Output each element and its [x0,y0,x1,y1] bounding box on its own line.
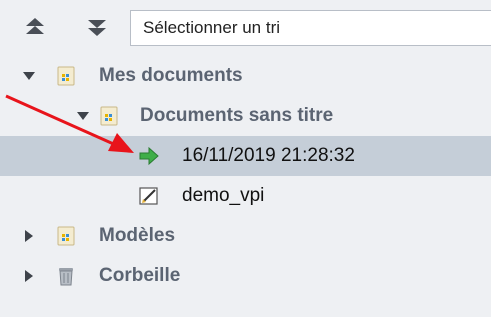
sort-select-value: Sélectionner un tri [143,18,281,37]
expanded-caret-icon[interactable] [21,68,37,84]
green-arrow-icon [139,146,159,166]
folder-icon [100,106,118,126]
tree-item-label: 16/11/2019 21:28:32 [182,145,355,166]
collapsed-caret-icon[interactable] [21,228,37,244]
collapsed-caret-icon[interactable] [21,268,37,284]
toolbar: Sélectionner un tri [0,0,491,56]
sort-select[interactable]: Sélectionner un tri [130,10,491,46]
edit-document-icon [139,187,158,205]
sort-ascending-button[interactable] [22,14,48,40]
tree-item-session-selected[interactable]: 16/11/2019 21:28:32 [0,136,491,176]
tree-item-documents-sans-titre[interactable]: Documents sans titre [0,96,491,136]
double-chevron-down-icon [88,20,106,36]
folder-icon [57,66,75,86]
tree-item-label: Mes documents [99,65,243,86]
tree-item-demo-vpi[interactable]: demo_vpi [0,176,491,216]
trash-icon [59,268,73,286]
tree-item-mes-documents[interactable]: Mes documents [0,56,491,96]
double-chevron-up-icon [26,18,44,34]
expanded-caret-icon[interactable] [75,108,91,124]
tree-item-corbeille[interactable]: Corbeille [0,256,491,296]
tree-item-label: Modèles [99,225,176,246]
tree-item-modeles[interactable]: Modèles [0,216,491,256]
tree-item-label: Documents sans titre [140,105,334,126]
tree-item-label: Corbeille [99,265,181,286]
tree-item-label: demo_vpi [182,185,265,206]
folder-icon [57,226,75,246]
sort-descending-button[interactable] [84,14,110,40]
